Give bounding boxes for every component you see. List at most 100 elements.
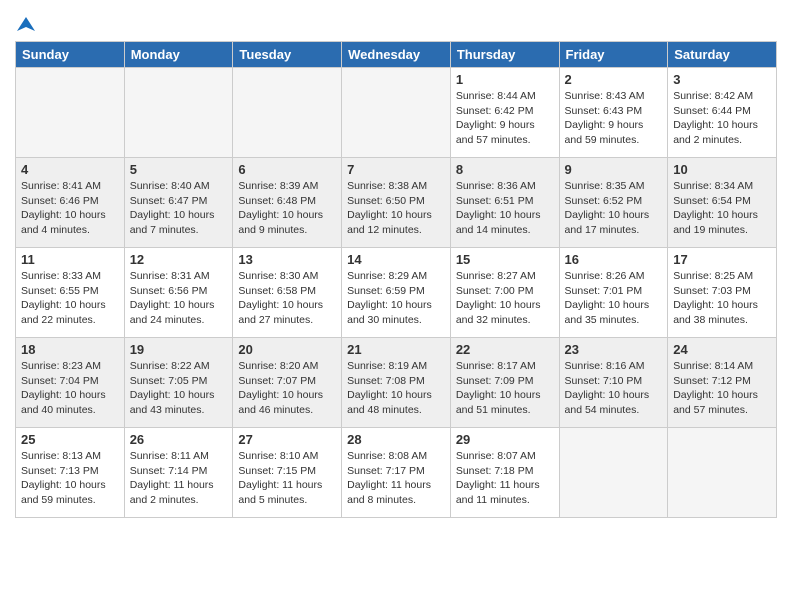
day-number: 27 [238, 432, 336, 447]
calendar-day-cell: 10 Sunrise: 8:34 AM Sunset: 6:54 PM Dayli… [668, 158, 777, 248]
day-info: Sunrise: 8:34 AM Sunset: 6:54 PM Dayligh… [673, 179, 771, 238]
calendar-week-row: 25 Sunrise: 8:13 AM Sunset: 7:13 PM Dayli… [16, 428, 777, 518]
calendar-day-cell [668, 428, 777, 518]
day-info: Sunrise: 8:36 AM Sunset: 6:51 PM Dayligh… [456, 179, 554, 238]
calendar-day-cell: 12Sunrise: 8:31 AM Sunset: 6:56 PM Dayli… [124, 248, 233, 338]
calendar-day-cell [559, 428, 668, 518]
day-number: 22 [456, 342, 554, 357]
calendar-day-cell: 25 Sunrise: 8:13 AM Sunset: 7:13 PM Dayli… [16, 428, 125, 518]
calendar-day-cell: 14 Sunrise: 8:29 AM Sunset: 6:59 PM Dayli… [342, 248, 451, 338]
day-info: Sunrise: 8:14 AM Sunset: 7:12 PM Dayligh… [673, 359, 771, 418]
calendar-week-row: 18 Sunrise: 8:23 AM Sunset: 7:04 PM Dayli… [16, 338, 777, 428]
day-number: 11 [21, 252, 119, 267]
calendar-week-row: 1 Sunrise: 8:44 AM Sunset: 6:42 PM Daylig… [16, 68, 777, 158]
day-info: Sunrise: 8:25 AM Sunset: 7:03 PM Dayligh… [673, 269, 771, 328]
calendar-day-cell: 11 Sunrise: 8:33 AM Sunset: 6:55 PM Dayli… [16, 248, 125, 338]
calendar-day-cell: 4 Sunrise: 8:41 AM Sunset: 6:46 PM Daylig… [16, 158, 125, 248]
day-number: 20 [238, 342, 336, 357]
weekday-header-monday: Monday [124, 42, 233, 68]
calendar-day-cell: 22 Sunrise: 8:17 AM Sunset: 7:09 PM Dayli… [450, 338, 559, 428]
calendar-day-cell: 8 Sunrise: 8:36 AM Sunset: 6:51 PM Daylig… [450, 158, 559, 248]
day-number: 29 [456, 432, 554, 447]
weekday-header-tuesday: Tuesday [233, 42, 342, 68]
calendar-day-cell: 13Sunrise: 8:30 AM Sunset: 6:58 PM Dayli… [233, 248, 342, 338]
day-info: Sunrise: 8:23 AM Sunset: 7:04 PM Dayligh… [21, 359, 119, 418]
day-number: 3 [673, 72, 771, 87]
day-number: 24 [673, 342, 771, 357]
day-info: Sunrise: 8:11 AM Sunset: 7:14 PM Dayligh… [130, 449, 228, 508]
calendar-day-cell: 21 Sunrise: 8:19 AM Sunset: 7:08 PM Dayli… [342, 338, 451, 428]
day-number: 19 [130, 342, 228, 357]
day-info: Sunrise: 8:31 AM Sunset: 6:56 PM Dayligh… [130, 269, 228, 328]
day-number: 7 [347, 162, 445, 177]
day-info: Sunrise: 8:43 AM Sunset: 6:43 PM Dayligh… [565, 89, 663, 148]
calendar-day-cell: 26 Sunrise: 8:11 AM Sunset: 7:14 PM Dayli… [124, 428, 233, 518]
day-info: Sunrise: 8:40 AM Sunset: 6:47 PM Dayligh… [130, 179, 228, 238]
day-number: 23 [565, 342, 663, 357]
day-number: 25 [21, 432, 119, 447]
calendar-day-cell: 15 Sunrise: 8:27 AM Sunset: 7:00 PM Dayli… [450, 248, 559, 338]
day-number: 26 [130, 432, 228, 447]
day-number: 21 [347, 342, 445, 357]
calendar-day-cell [16, 68, 125, 158]
calendar-day-cell: 7Sunrise: 8:38 AM Sunset: 6:50 PM Daylig… [342, 158, 451, 248]
header [15, 10, 777, 33]
day-number: 1 [456, 72, 554, 87]
calendar-day-cell: 1 Sunrise: 8:44 AM Sunset: 6:42 PM Daylig… [450, 68, 559, 158]
day-info: Sunrise: 8:27 AM Sunset: 7:00 PM Dayligh… [456, 269, 554, 328]
day-info: Sunrise: 8:44 AM Sunset: 6:42 PM Dayligh… [456, 89, 554, 148]
day-info: Sunrise: 8:16 AM Sunset: 7:10 PM Dayligh… [565, 359, 663, 418]
calendar-day-cell [342, 68, 451, 158]
day-info: Sunrise: 8:20 AM Sunset: 7:07 PM Dayligh… [238, 359, 336, 418]
day-number: 10 [673, 162, 771, 177]
day-number: 5 [130, 162, 228, 177]
day-info: Sunrise: 8:35 AM Sunset: 6:52 PM Dayligh… [565, 179, 663, 238]
day-number: 8 [456, 162, 554, 177]
day-info: Sunrise: 8:10 AM Sunset: 7:15 PM Dayligh… [238, 449, 336, 508]
logo [15, 10, 35, 33]
weekday-header-saturday: Saturday [668, 42, 777, 68]
day-info: Sunrise: 8:13 AM Sunset: 7:13 PM Dayligh… [21, 449, 119, 508]
calendar-day-cell: 28 Sunrise: 8:08 AM Sunset: 7:17 PM Dayli… [342, 428, 451, 518]
calendar-week-row: 11 Sunrise: 8:33 AM Sunset: 6:55 PM Dayli… [16, 248, 777, 338]
calendar-day-cell: 3Sunrise: 8:42 AM Sunset: 6:44 PM Daylig… [668, 68, 777, 158]
day-number: 6 [238, 162, 336, 177]
calendar-day-cell: 19 Sunrise: 8:22 AM Sunset: 7:05 PM Dayli… [124, 338, 233, 428]
calendar-day-cell: 24 Sunrise: 8:14 AM Sunset: 7:12 PM Dayli… [668, 338, 777, 428]
day-info: Sunrise: 8:22 AM Sunset: 7:05 PM Dayligh… [130, 359, 228, 418]
weekday-header-friday: Friday [559, 42, 668, 68]
day-info: Sunrise: 8:07 AM Sunset: 7:18 PM Dayligh… [456, 449, 554, 508]
logo-bird-icon [17, 15, 35, 33]
day-info: Sunrise: 8:19 AM Sunset: 7:08 PM Dayligh… [347, 359, 445, 418]
day-number: 28 [347, 432, 445, 447]
day-number: 2 [565, 72, 663, 87]
calendar-day-cell: 2 Sunrise: 8:43 AM Sunset: 6:43 PM Daylig… [559, 68, 668, 158]
day-number: 15 [456, 252, 554, 267]
day-number: 13 [238, 252, 336, 267]
day-info: Sunrise: 8:29 AM Sunset: 6:59 PM Dayligh… [347, 269, 445, 328]
weekday-header-sunday: Sunday [16, 42, 125, 68]
calendar-week-row: 4 Sunrise: 8:41 AM Sunset: 6:46 PM Daylig… [16, 158, 777, 248]
day-info: Sunrise: 8:17 AM Sunset: 7:09 PM Dayligh… [456, 359, 554, 418]
calendar-day-cell: 20 Sunrise: 8:20 AM Sunset: 7:07 PM Dayli… [233, 338, 342, 428]
calendar-day-cell: 18 Sunrise: 8:23 AM Sunset: 7:04 PM Dayli… [16, 338, 125, 428]
day-number: 18 [21, 342, 119, 357]
calendar-day-cell: 17Sunrise: 8:25 AM Sunset: 7:03 PM Dayli… [668, 248, 777, 338]
weekday-header-thursday: Thursday [450, 42, 559, 68]
calendar-table: SundayMondayTuesdayWednesdayThursdayFrid… [15, 41, 777, 518]
weekday-header-wednesday: Wednesday [342, 42, 451, 68]
day-info: Sunrise: 8:26 AM Sunset: 7:01 PM Dayligh… [565, 269, 663, 328]
day-info: Sunrise: 8:41 AM Sunset: 6:46 PM Dayligh… [21, 179, 119, 238]
day-info: Sunrise: 8:33 AM Sunset: 6:55 PM Dayligh… [21, 269, 119, 328]
calendar-day-cell: 27 Sunrise: 8:10 AM Sunset: 7:15 PM Dayli… [233, 428, 342, 518]
calendar-day-cell [124, 68, 233, 158]
day-number: 9 [565, 162, 663, 177]
calendar-day-cell: 23 Sunrise: 8:16 AM Sunset: 7:10 PM Dayli… [559, 338, 668, 428]
day-info: Sunrise: 8:08 AM Sunset: 7:17 PM Dayligh… [347, 449, 445, 508]
calendar-day-cell: 9 Sunrise: 8:35 AM Sunset: 6:52 PM Daylig… [559, 158, 668, 248]
calendar-day-cell: 6Sunrise: 8:39 AM Sunset: 6:48 PM Daylig… [233, 158, 342, 248]
day-number: 4 [21, 162, 119, 177]
calendar-day-cell: 16Sunrise: 8:26 AM Sunset: 7:01 PM Dayli… [559, 248, 668, 338]
calendar-day-cell: 29 Sunrise: 8:07 AM Sunset: 7:18 PM Dayli… [450, 428, 559, 518]
day-number: 14 [347, 252, 445, 267]
